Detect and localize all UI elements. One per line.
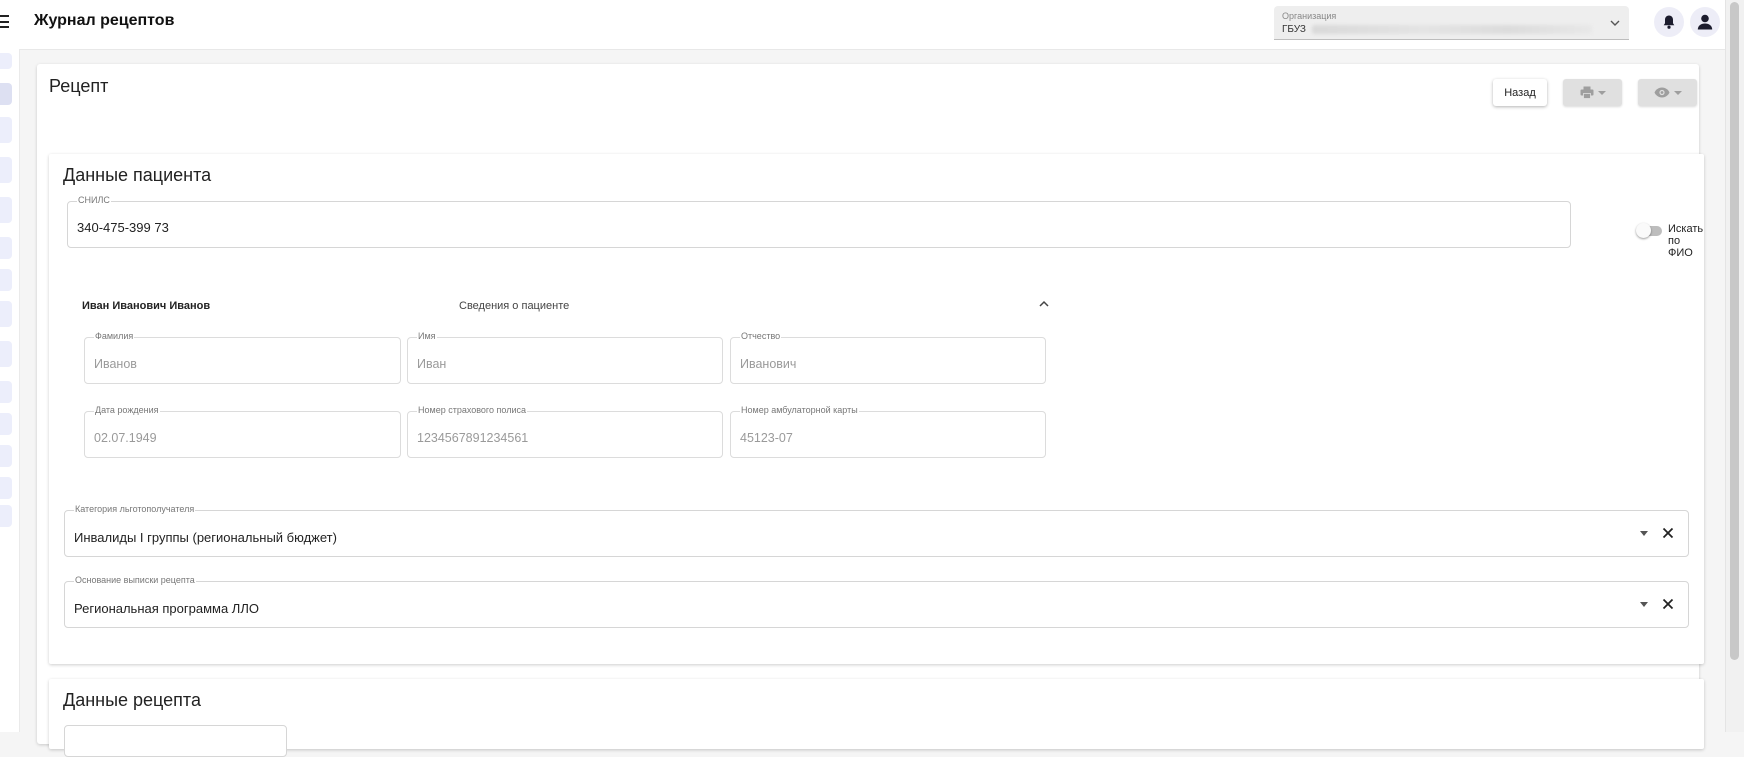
- organization-value: ГБУЗ: [1282, 24, 1306, 35]
- basis-label: Основание выписки рецепта: [74, 575, 196, 585]
- patient-section: Данные пациента СНИЛС 340-475-399 73 Иск…: [49, 154, 1704, 664]
- surname-label: Фамилия: [94, 331, 135, 341]
- print-button[interactable]: [1563, 79, 1622, 106]
- organization-label: Организация: [1282, 11, 1337, 21]
- section-title: Данные рецепта: [63, 690, 201, 710]
- basis-select[interactable]: Основание выписки рецепта Региональная п…: [64, 575, 1689, 628]
- dropdown-arrow-icon[interactable]: [1640, 602, 1648, 607]
- basis-value: Региональная программа ЛЛО: [74, 601, 259, 616]
- scrollbar-thumb[interactable]: [1730, 2, 1739, 660]
- snils-field[interactable]: СНИЛС 340-475-399 73: [67, 195, 1571, 248]
- app-title: Журнал рецептов: [34, 12, 175, 29]
- card-number-label: Номер амбулаторной карты: [740, 405, 859, 415]
- dropdown-arrow-icon[interactable]: [1640, 531, 1648, 536]
- section-title: Данные пациента: [63, 165, 212, 185]
- snils-label: СНИЛС: [77, 195, 111, 205]
- bell-icon: [1663, 15, 1675, 29]
- recipe-field[interactable]: [64, 725, 287, 757]
- surname-field: Фамилия Иванов: [84, 331, 401, 384]
- category-select[interactable]: Категория льготополучателя Инвалиды I гр…: [64, 504, 1689, 557]
- close-icon[interactable]: [1662, 527, 1674, 539]
- patient-info-toggle[interactable]: Сведения о пациенте: [459, 300, 569, 312]
- rail-item[interactable]: [0, 117, 12, 143]
- chevron-down-icon: [1610, 20, 1620, 26]
- printer-icon: [1580, 86, 1593, 99]
- patronymic-field: Отчество Иванович: [730, 331, 1046, 384]
- eye-icon: [1654, 87, 1669, 98]
- caret-down-icon: [1597, 90, 1606, 95]
- snils-value: 340-475-399 73: [77, 220, 169, 235]
- policy-field: Номер страхового полиса 1234567891234561: [407, 405, 723, 458]
- page-scrollbar[interactable]: [1725, 0, 1744, 732]
- chevron-up-icon[interactable]: [1038, 298, 1050, 310]
- card-number-value: 45123-07: [740, 431, 793, 445]
- notifications-button[interactable]: [1654, 7, 1684, 37]
- rail-item[interactable]: [0, 269, 12, 291]
- rail-item[interactable]: [0, 53, 12, 69]
- category-label: Категория льготополучателя: [74, 504, 196, 514]
- rail-item[interactable]: [0, 381, 12, 403]
- profile-button[interactable]: [1690, 7, 1720, 37]
- name-value: Иван: [417, 357, 447, 371]
- caret-down-icon: [1673, 90, 1682, 95]
- rail-item[interactable]: [0, 413, 12, 435]
- app-header: Журнал рецептов Организация ГБУЗ: [0, 0, 1726, 50]
- rail-item[interactable]: [0, 477, 12, 499]
- patient-name: Иван Иванович Иванов: [82, 300, 211, 312]
- name-label: Имя: [417, 331, 437, 341]
- user-icon: [1697, 14, 1713, 30]
- birth-date-value: 02.07.1949: [94, 431, 157, 445]
- organization-redacted: [1312, 25, 1592, 34]
- view-button[interactable]: [1638, 79, 1697, 106]
- patronymic-label: Отчество: [740, 331, 782, 341]
- rail-item[interactable]: [0, 505, 12, 527]
- policy-value: 1234567891234561: [417, 431, 529, 445]
- rail-item[interactable]: [0, 341, 12, 367]
- recipe-card: Рецепт Назад Данные пациента СНИЛС 340-4…: [37, 64, 1704, 757]
- birth-date-label: Дата рождения: [94, 405, 160, 415]
- birth-date-field: Дата рождения 02.07.1949: [84, 405, 401, 458]
- rail-item[interactable]: [0, 197, 12, 223]
- rail-item[interactable]: [0, 237, 12, 259]
- rail-item[interactable]: [0, 83, 12, 105]
- name-field: Имя Иван: [407, 331, 723, 384]
- card-number-field: Номер амбулаторной карты 45123-07: [730, 405, 1046, 458]
- organization-select[interactable]: Организация ГБУЗ: [1274, 6, 1629, 40]
- back-button[interactable]: Назад: [1493, 79, 1547, 106]
- policy-label: Номер страхового полиса: [417, 405, 527, 415]
- category-value: Инвалиды I группы (региональный бюджет): [74, 530, 337, 545]
- page-title: Рецепт: [49, 76, 109, 96]
- search-by-fio-toggle[interactable]: [1636, 223, 1662, 238]
- side-rail: [0, 49, 20, 732]
- patronymic-value: Иванович: [740, 357, 797, 371]
- rail-item[interactable]: [0, 157, 12, 183]
- rail-item[interactable]: [0, 301, 12, 327]
- surname-value: Иванов: [94, 357, 137, 371]
- search-by-fio-label: Искать по ФИО: [1668, 223, 1704, 259]
- recipe-section: Данные рецепта: [49, 679, 1704, 757]
- close-icon[interactable]: [1662, 598, 1674, 610]
- menu-icon[interactable]: [0, 15, 9, 29]
- rail-item[interactable]: [0, 445, 12, 467]
